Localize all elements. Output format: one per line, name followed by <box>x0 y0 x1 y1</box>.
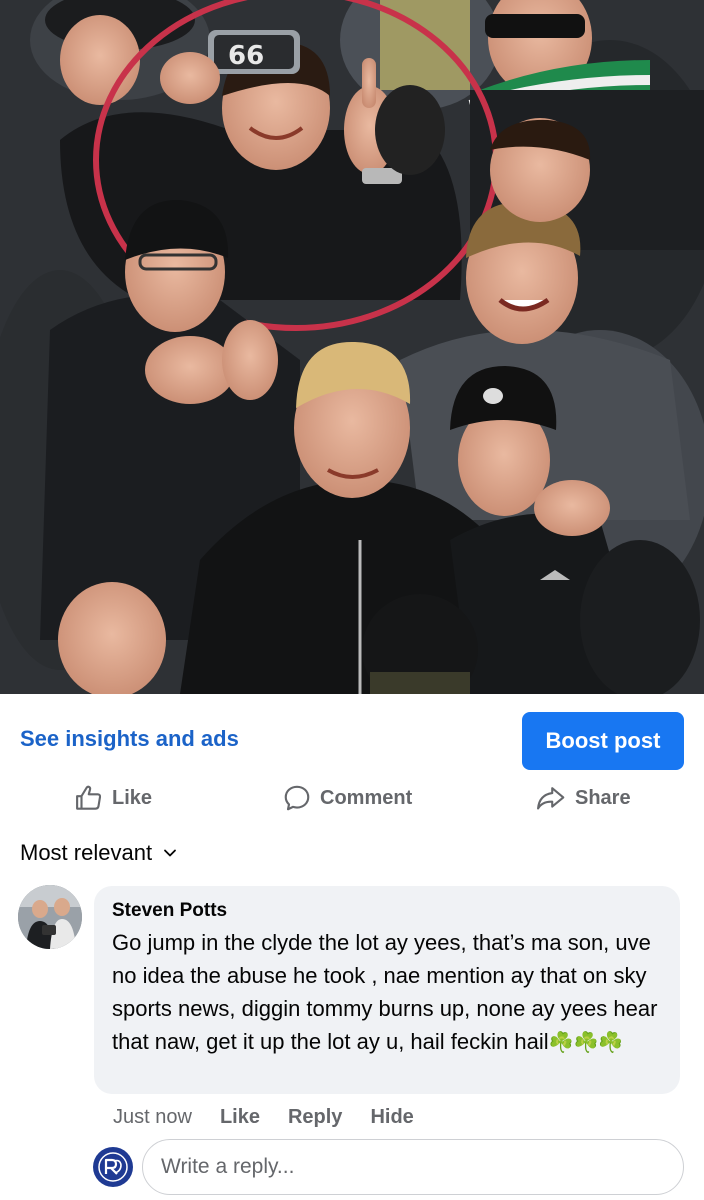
comment-text: Go jump in the clyde the lot ay yees, th… <box>112 926 662 1060</box>
comment-like-button[interactable]: Like <box>220 1106 260 1129</box>
speech-bubble-icon <box>284 785 310 811</box>
share-button[interactable]: Share <box>535 780 631 816</box>
commenter-avatar[interactable] <box>18 885 82 949</box>
thumbs-up-icon <box>76 785 102 810</box>
comment-hide-button[interactable]: Hide <box>370 1106 413 1129</box>
club-crest-icon <box>94 1148 132 1186</box>
comment-timestamp: Just now <box>113 1105 192 1128</box>
see-insights-link[interactable]: See insights and ads <box>20 726 239 752</box>
crowd-photo: 66 <box>0 0 704 694</box>
share-arrow-icon <box>537 787 565 810</box>
like-button[interactable]: Like <box>74 780 152 816</box>
like-label: Like <box>112 786 153 809</box>
shamrock-emoji: ☘️☘️☘️ <box>548 1032 624 1054</box>
insights-row: See insights and ads Boost post <box>0 694 704 780</box>
comment-button[interactable]: Comment <box>282 780 412 816</box>
chevron-down-icon <box>164 849 176 857</box>
comment-bubble: Steven Potts Go jump in the clyde the lo… <box>94 886 680 1094</box>
comment-sort-dropdown[interactable]: Most relevant <box>20 838 178 868</box>
profile-photo-icon <box>18 885 82 949</box>
boost-post-button[interactable]: Boost post <box>522 712 684 770</box>
comment-reply-button[interactable]: Reply <box>288 1106 342 1129</box>
post-actions: Like Comment Share <box>0 778 704 818</box>
comment-label: Comment <box>320 786 413 809</box>
facebook-post-page: 66 See insights and ads Boost post Like … <box>0 0 704 1200</box>
share-label: Share <box>575 786 631 809</box>
post-photo[interactable]: 66 <box>0 0 704 694</box>
reply-input[interactable]: Write a reply... <box>142 1139 684 1195</box>
sort-label: Most relevant <box>20 840 153 865</box>
comment-author[interactable]: Steven Potts <box>112 900 662 922</box>
comment-meta: Just now Like Reply Hide <box>113 1103 414 1131</box>
phone-screen-text: 66 <box>228 41 264 71</box>
reply-avatar <box>93 1147 133 1187</box>
